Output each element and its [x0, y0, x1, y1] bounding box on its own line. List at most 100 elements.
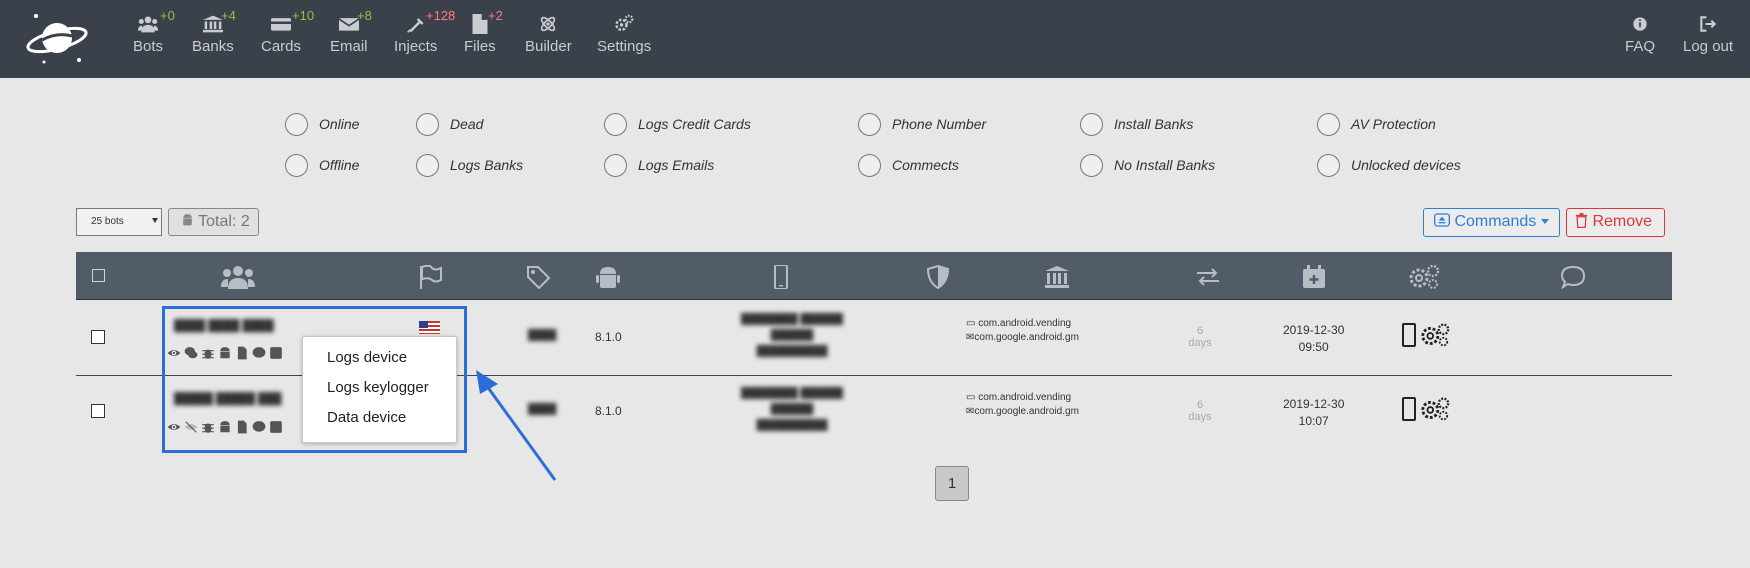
filter-install-banks[interactable]: Install Banks [1080, 110, 1193, 138]
remove-button[interactable]: Remove [1566, 208, 1665, 237]
bank-icon [1044, 265, 1072, 289]
filter-dead[interactable]: Dead [416, 110, 483, 138]
nav-count: +0 [160, 8, 175, 23]
total-badge[interactable]: Total: 2 [168, 208, 259, 236]
atom-icon [525, 14, 572, 38]
filter-label: Install Banks [1114, 116, 1194, 132]
radio-button[interactable] [285, 112, 308, 136]
gears-icon[interactable] [1419, 396, 1451, 422]
nav-label: Injects [394, 38, 438, 55]
android-icon [183, 214, 192, 226]
filter-logs-banks[interactable]: Logs Banks [416, 151, 523, 179]
app-name: com.google.android.gm [974, 332, 1079, 343]
radio-button[interactable] [416, 153, 439, 177]
remove-label: Remove [1592, 213, 1653, 230]
radio-button[interactable] [858, 153, 881, 177]
nav-label: Bots [133, 38, 164, 55]
filter-label: AV Protection [1351, 116, 1436, 132]
users-icon [221, 265, 255, 289]
select-all-checkbox[interactable] [92, 269, 105, 282]
total-count: Total: 2 [198, 213, 250, 230]
row-checkbox[interactable] [91, 330, 105, 344]
mobile-icon[interactable] [1402, 397, 1416, 421]
filter-label: Logs Banks [450, 157, 524, 173]
filter-label: Offline [319, 157, 360, 173]
filter-commects[interactable]: Commects [858, 151, 959, 179]
menu-item-logs-device[interactable]: Logs device [303, 337, 456, 367]
filter-no-install-banks[interactable]: No Install Banks [1080, 151, 1215, 179]
filter-logs-emails[interactable]: Logs Emails [604, 151, 714, 179]
filter-online[interactable]: Online [285, 110, 359, 138]
filter-logs-credit-cards[interactable]: Logs Credit Cards [604, 110, 751, 138]
faq-label: FAQ [1625, 38, 1656, 55]
logout-label: Log out [1683, 38, 1734, 55]
tag-redacted: ████ [528, 330, 557, 341]
nav-count: +8 [357, 8, 372, 23]
nav-banks[interactable]: Banks +4 [192, 8, 236, 55]
radio-button[interactable] [1080, 153, 1103, 177]
radio-button[interactable] [1317, 153, 1340, 177]
nav-label: Files [464, 38, 496, 55]
row-checkbox[interactable] [91, 404, 105, 418]
filter-unlocked-devices[interactable]: Unlocked devices [1317, 151, 1461, 179]
radio-button[interactable] [285, 153, 308, 177]
radio-button[interactable] [1080, 112, 1103, 136]
install-datetime: 2019-12-30 09:50 [1283, 323, 1345, 354]
page-button[interactable]: 1 [935, 466, 969, 501]
radio-button[interactable] [858, 112, 881, 136]
commands-label: Commands [1454, 213, 1537, 230]
nav-files[interactable]: Files +2 [464, 8, 503, 55]
filter-offline[interactable]: Offline [285, 151, 359, 179]
gears-icon[interactable] [1419, 322, 1451, 348]
nav-label: Banks [192, 38, 234, 55]
nav-count: +128 [426, 8, 456, 23]
nav-bots[interactable]: Bots +0 [133, 8, 175, 55]
mobile-icon[interactable] [1402, 323, 1416, 347]
android-icon [595, 265, 623, 289]
radio-button[interactable] [604, 112, 627, 136]
nav-label: Builder [525, 38, 572, 55]
filter-av-protection[interactable]: AV Protection [1317, 110, 1436, 138]
nav-count: +10 [292, 8, 315, 23]
caret-down-icon [1540, 219, 1549, 224]
nav-cards[interactable]: Cards +10 [261, 8, 314, 55]
os-version: 8.1.0 [595, 404, 622, 418]
gears-icon [1407, 264, 1441, 289]
caret-down-icon [152, 218, 158, 223]
users-icon [133, 14, 163, 38]
radio-button[interactable] [604, 153, 627, 177]
nav-injects[interactable]: Injects +128 [394, 8, 455, 55]
radio-button[interactable] [1317, 112, 1340, 136]
nav-builder[interactable]: Builder [525, 14, 572, 55]
tag-icon [525, 265, 553, 290]
days-online: 6 days [1188, 325, 1212, 349]
info-icon [1625, 14, 1655, 38]
eject-icon [1434, 213, 1450, 227]
trash-icon [1575, 213, 1588, 228]
context-menu: Logs device Logs keylogger Data device [302, 336, 457, 443]
exchange-icon [1195, 265, 1223, 289]
nav-faq[interactable]: FAQ [1625, 14, 1655, 55]
radio-button[interactable] [416, 112, 439, 136]
saturn-logo[interactable] [24, 10, 90, 66]
nav-label: Email [330, 38, 368, 55]
filter-label: Online [319, 116, 360, 132]
filter-phone-number[interactable]: Phone Number [858, 110, 986, 138]
device-info-redacted: ████████ ██████ ██████ ██████████ [741, 314, 843, 357]
commands-dropdown-button[interactable]: Commands [1423, 208, 1560, 237]
nav-settings[interactable]: Settings [597, 14, 651, 55]
filter-label: Commects [892, 157, 959, 173]
nav-label: Settings [597, 38, 652, 55]
comment-icon [1560, 265, 1588, 290]
menu-item-logs-keylogger[interactable]: Logs keylogger [303, 367, 456, 397]
filter-label: Dead [450, 116, 484, 132]
filter-label: Unlocked devices [1351, 157, 1461, 173]
installed-apps: ▭ com.android.vending ✉com.google.androi… [966, 391, 1079, 419]
nav-label: Cards [261, 38, 302, 55]
menu-item-data-device[interactable]: Data device [303, 397, 456, 427]
annotation-arrow [476, 370, 557, 481]
per-page-select[interactable]: 25 bots [76, 208, 162, 236]
nav-email[interactable]: Email +8 [330, 8, 372, 55]
mobile-icon [768, 264, 796, 290]
nav-logout[interactable]: Log out [1683, 14, 1733, 55]
